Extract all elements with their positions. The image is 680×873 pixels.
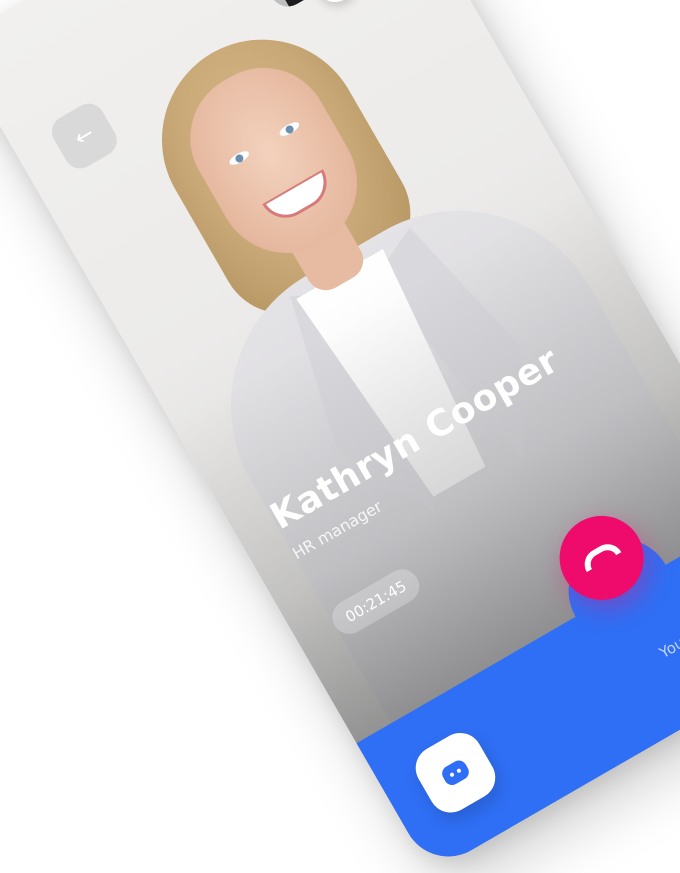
chat-bubble-icon bbox=[439, 757, 472, 788]
arrow-left-icon: ← bbox=[70, 120, 99, 152]
phone-hangup-icon bbox=[578, 538, 622, 573]
chat-button[interactable] bbox=[407, 724, 504, 821]
video-call-screen: ← Kathryn Cooper HR manager 00:21:45 You… bbox=[0, 0, 680, 873]
